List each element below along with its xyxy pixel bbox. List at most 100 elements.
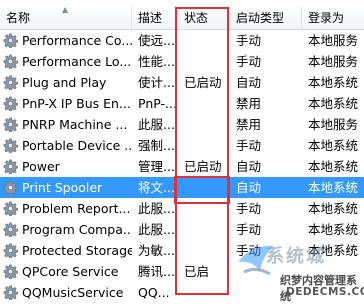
service-startup-type: 自动 <box>236 75 262 90</box>
service-name: Performance Lo... <box>0 51 132 72</box>
service-description: 强制... <box>138 138 175 153</box>
service-gear-icon <box>3 54 18 70</box>
service-description: 此服... <box>138 222 175 237</box>
service-rows: Performance Co... 使远... 手动 本地服务 Performance … <box>0 30 364 303</box>
service-name-label: QPCore Service <box>22 264 119 279</box>
service-status <box>178 135 230 156</box>
service-name-label: Problem Report... <box>22 201 131 216</box>
service-log-on-as: 本地系统 <box>308 201 359 216</box>
service-gear-icon <box>3 264 18 280</box>
service-description: QQ... <box>138 285 170 300</box>
service-gear-icon <box>3 201 18 217</box>
table-row[interactable]: Power 管理... 已启动 自动 本地系统 <box>0 156 364 177</box>
column-header-description[interactable]: 描述 <box>132 7 178 29</box>
service-status <box>178 219 230 240</box>
service-name: QQMusicService <box>0 282 132 303</box>
column-header-label: 登录为 <box>308 11 345 25</box>
service-name: Program Compa... <box>0 219 132 240</box>
service-status <box>178 240 230 261</box>
table-row[interactable]: Problem Report... 此服... 手动 本地系统 <box>0 198 364 219</box>
service-name: Problem Report... <box>0 198 132 219</box>
table-row[interactable]: QQMusicService QQ... <box>0 282 364 303</box>
service-gear-icon <box>3 222 18 238</box>
service-name: Print Spooler <box>0 177 132 198</box>
service-log-on-as: 本地系统 <box>308 222 359 237</box>
service-description: 使远... <box>138 33 175 48</box>
service-startup-type <box>230 261 302 282</box>
service-description: 为敏... <box>138 243 175 258</box>
service-gear-icon <box>3 96 18 112</box>
service-name-label: Protected Storage <box>22 243 132 258</box>
sort-ascending-icon: ▲ <box>62 7 69 14</box>
service-log-on-as <box>302 282 364 303</box>
service-startup-type: 手动 <box>236 201 262 216</box>
service-name-label: Print Spooler <box>22 180 103 195</box>
service-log-on-as: 本地系统 <box>308 180 359 195</box>
service-gear-icon <box>3 243 18 259</box>
table-row[interactable]: QPCore Service 腾讯... 已启 <box>0 261 364 282</box>
service-description: 将文... <box>138 180 175 195</box>
service-gear-icon <box>3 117 18 133</box>
service-name-label: Performance Lo... <box>22 54 132 69</box>
service-name: PnP-X IP Bus En... <box>0 93 132 114</box>
service-name: QPCore Service <box>0 261 132 282</box>
column-header-row: ▲ 名称 描述 状态 启动类型 登录为 <box>0 7 364 30</box>
service-log-on-as: 本地服务 <box>308 117 359 132</box>
column-header-label: 描述 <box>138 11 163 25</box>
table-row[interactable]: PnP-X IP Bus En... PnP-... 禁用 本地系统 <box>0 93 364 114</box>
service-startup-type: 手动 <box>236 33 262 48</box>
service-name-label: Program Compa... <box>22 222 132 237</box>
table-row[interactable]: Protected Storage 为敏... 手动 本地系统 <box>0 240 364 261</box>
table-row[interactable]: Performance Lo... 性能... 手动 本地服务 <box>0 51 364 72</box>
table-row[interactable]: Performance Co... 使远... 手动 本地服务 <box>0 30 364 51</box>
service-gear-icon <box>3 180 18 196</box>
service-status <box>178 114 230 135</box>
table-row[interactable]: Portable Device ... 强制... 手动 本地系统 <box>0 135 364 156</box>
table-row[interactable]: Print Spooler 将文... 自动 本地系统 <box>0 177 364 198</box>
service-gear-icon <box>3 33 18 49</box>
service-status: 已启 <box>184 264 210 279</box>
service-gear-icon <box>3 75 18 91</box>
service-name-label: Plug and Play <box>22 75 107 90</box>
service-name: Portable Device ... <box>0 135 132 156</box>
table-row[interactable]: Plug and Play 使计... 已启动 自动 本地系统 <box>0 72 364 93</box>
service-name: Power <box>0 156 132 177</box>
service-startup-type: 手动 <box>236 222 262 237</box>
service-name-label: Performance Co... <box>22 33 132 48</box>
service-status <box>178 198 230 219</box>
service-startup-type: 手动 <box>236 54 262 69</box>
service-startup-type <box>230 282 302 303</box>
service-name-label: Portable Device ... <box>22 138 132 153</box>
service-startup-type: 禁用 <box>236 96 262 111</box>
service-log-on-as: 本地服务 <box>308 33 359 48</box>
service-name: Protected Storage <box>0 240 132 261</box>
service-log-on-as: 本地系统 <box>308 243 359 258</box>
column-header-startup-type[interactable]: 启动类型 <box>230 7 302 29</box>
service-status <box>178 282 230 303</box>
service-startup-type: 手动 <box>236 243 262 258</box>
service-startup-type: 禁用 <box>236 117 262 132</box>
service-description: 使计... <box>138 75 175 90</box>
service-log-on-as: 本地服务 <box>308 54 359 69</box>
table-row[interactable]: Program Compa... 此服... 手动 本地系统 <box>0 219 364 240</box>
service-gear-icon <box>3 159 18 175</box>
service-startup-type: 自动 <box>236 180 262 195</box>
column-header-label: 状态 <box>184 11 209 25</box>
service-startup-type: 手动 <box>236 138 262 153</box>
column-header-name[interactable]: ▲ 名称 <box>0 7 132 29</box>
table-row[interactable]: PNRP Machine ... 此服... 禁用 本地服务 <box>0 114 364 135</box>
service-status <box>178 93 230 114</box>
service-status <box>178 30 230 51</box>
service-gear-icon <box>3 285 18 301</box>
service-description: PnP-... <box>138 96 177 111</box>
service-gear-icon <box>3 138 18 154</box>
service-log-on-as: 本地系统 <box>308 75 359 90</box>
service-description: 此服... <box>138 117 175 132</box>
service-log-on-as: 本地系统 <box>308 96 359 111</box>
column-header-status[interactable]: 状态 <box>178 7 230 29</box>
service-description: 管理... <box>138 159 175 174</box>
column-header-log-on-as[interactable]: 登录为 <box>302 7 364 29</box>
service-log-on-as: 本地系统 <box>308 159 359 174</box>
service-status: 已启动 <box>184 159 222 174</box>
service-status <box>178 177 230 198</box>
